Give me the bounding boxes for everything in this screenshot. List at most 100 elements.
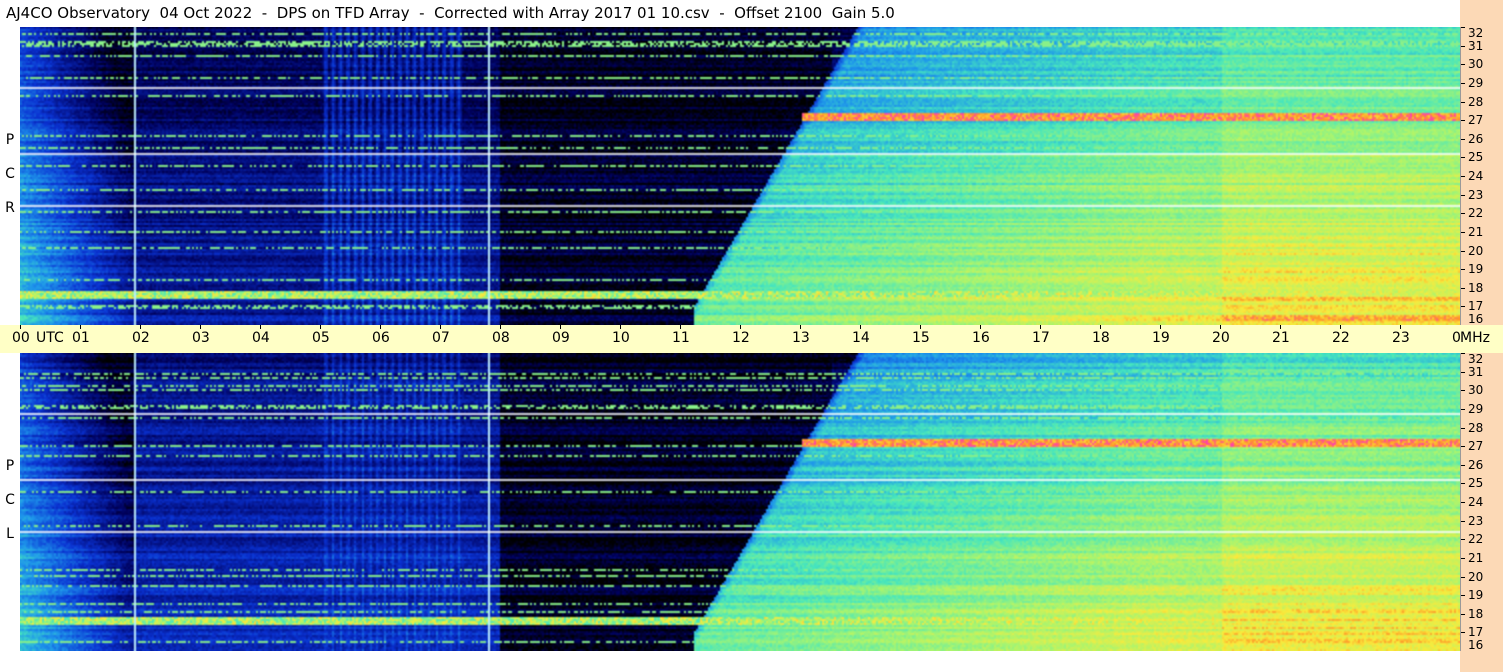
rcp-freq-tick-label: 27 [1468,113,1484,127]
time-tick-label: 07 [432,330,450,346]
time-tick-label: 00 [12,330,30,346]
lcp-freq-tick-label: 30 [1468,383,1484,397]
time-tick-label: 06 [372,330,390,346]
time-tick [920,325,921,329]
time-tick [1280,325,1281,329]
rcp-freq-tick-label: 32 [1468,26,1484,40]
rcp-freq-tick-label: 20 [1468,244,1484,258]
rcp-freq-tick-label: 24 [1468,169,1484,183]
time-tick [560,325,561,329]
time-tick-label: 15 [912,330,930,346]
utc-label: UTC [36,330,64,346]
freq-axis-bottom-strip [1460,651,1503,672]
lcp-freq-tick [1461,632,1465,633]
lcp-freq-tick-label: 32 [1468,352,1484,366]
lcp-freq-tick-label: 20 [1468,570,1484,584]
lcp-freq-tick [1461,502,1465,503]
rcp-freq-tick [1461,64,1465,65]
time-tick [800,325,801,329]
time-tick-label: 16 [972,330,990,346]
freq-unit-label: MHz [1460,330,1490,346]
lcp-freq-tick [1461,428,1465,429]
rcp-freq-axis: 32 31 30 29 28 27 26 25 24 23 22 21 20 19 18 17 16 [1460,26,1503,326]
time-tick [200,325,201,329]
time-tick [440,325,441,329]
lcp-freq-axis: 32 31 30 29 28 27 26 25 24 23 22 21 20 19 18 17 16 [1460,352,1503,652]
time-tick-label: 08 [492,330,510,346]
lcp-freq-tick-label: 21 [1468,551,1484,565]
time-tick [1220,325,1221,329]
time-tick [860,325,861,329]
rcp-freq-tick [1461,120,1465,121]
lcp-freq-tick-label: 25 [1468,476,1484,490]
rcp-freq-tick [1461,46,1465,47]
time-tick-label: 09 [552,330,570,346]
lcp-freq-tick [1461,409,1465,410]
rcp-freq-tick-label: 16 [1468,312,1484,326]
time-tick-label: 03 [192,330,210,346]
time-tick [680,325,681,329]
rcp-freq-tick [1461,27,1465,28]
time-tick-label: 20 [1212,330,1230,346]
time-tick-label: 01 [72,330,90,346]
window-title: AJ4CO Observatory 04 Oct 2022 - DPS on T… [6,4,895,22]
time-tick-label: 23 [1392,330,1410,346]
lcp-spectrogram-canvas [20,353,1460,651]
time-tick [980,325,981,329]
lcp-freq-tick [1461,614,1465,615]
time-tick [740,325,741,329]
lcp-freq-tick [1461,521,1465,522]
time-tick-label: 04 [252,330,270,346]
time-tick-label: 10 [612,330,630,346]
lcp-freq-tick-label: 17 [1468,625,1484,639]
lcp-freq-tick-label: 19 [1468,588,1484,602]
time-tick [260,325,261,329]
time-tick-label: 05 [312,330,330,346]
lcp-freq-tick [1461,372,1465,373]
rcp-freq-tick-label: 17 [1468,299,1484,313]
lcp-freq-tick-label: 31 [1468,365,1484,379]
freq-unit-corner: MHz [1460,325,1503,353]
rcp-freq-tick-label: 30 [1468,57,1484,71]
rcp-freq-tick-label: 25 [1468,150,1484,164]
lcp-freq-tick-label: 28 [1468,421,1484,435]
rcp-freq-tick-label: 18 [1468,281,1484,295]
time-tick-label: 11 [672,330,690,346]
lcp-freq-tick [1461,465,1465,466]
lcp-freq-tick-label: 16 [1468,638,1484,652]
rcp-label-p: R [5,200,15,216]
time-tick-label: 02 [132,330,150,346]
rcp-freq-tick [1461,139,1465,140]
rcp-freq-tick [1461,102,1465,103]
time-tick [140,325,141,329]
lcp-freq-tick [1461,539,1465,540]
time-tick [1400,325,1401,329]
lcp-freq-tick-label: 22 [1468,532,1484,546]
rcp-label-r: P [5,132,15,148]
rcp-freq-tick [1461,213,1465,214]
rcp-freq-tick-label: 31 [1468,39,1484,53]
lcp-spectrogram[interactable] [20,353,1460,651]
rcp-freq-tick-label: 22 [1468,206,1484,220]
lcp-freq-tick [1461,595,1465,596]
time-tick [80,325,81,329]
time-tick-label: 12 [732,330,750,346]
time-tick [620,325,621,329]
time-tick [500,325,501,329]
lcp-freq-tick [1461,558,1465,559]
lcp-freq-tick [1461,483,1465,484]
lcp-freq-tick-label: 23 [1468,514,1484,528]
rcp-freq-tick-label: 21 [1468,225,1484,239]
time-tick [320,325,321,329]
rcp-freq-tick [1461,288,1465,289]
time-tick-label: 22 [1332,330,1350,346]
rcp-freq-tick-label: 23 [1468,188,1484,202]
lcp-freq-tick-label: 29 [1468,402,1484,416]
rcp-spectrogram[interactable] [20,27,1460,325]
rcp-freq-tick-label: 29 [1468,76,1484,90]
time-tick-label: 18 [1092,330,1110,346]
lcp-freq-tick-label: 26 [1468,458,1484,472]
freq-axis-top-strip [1460,0,1503,27]
time-tick [20,325,21,329]
lcp-label-l: P [5,458,15,474]
